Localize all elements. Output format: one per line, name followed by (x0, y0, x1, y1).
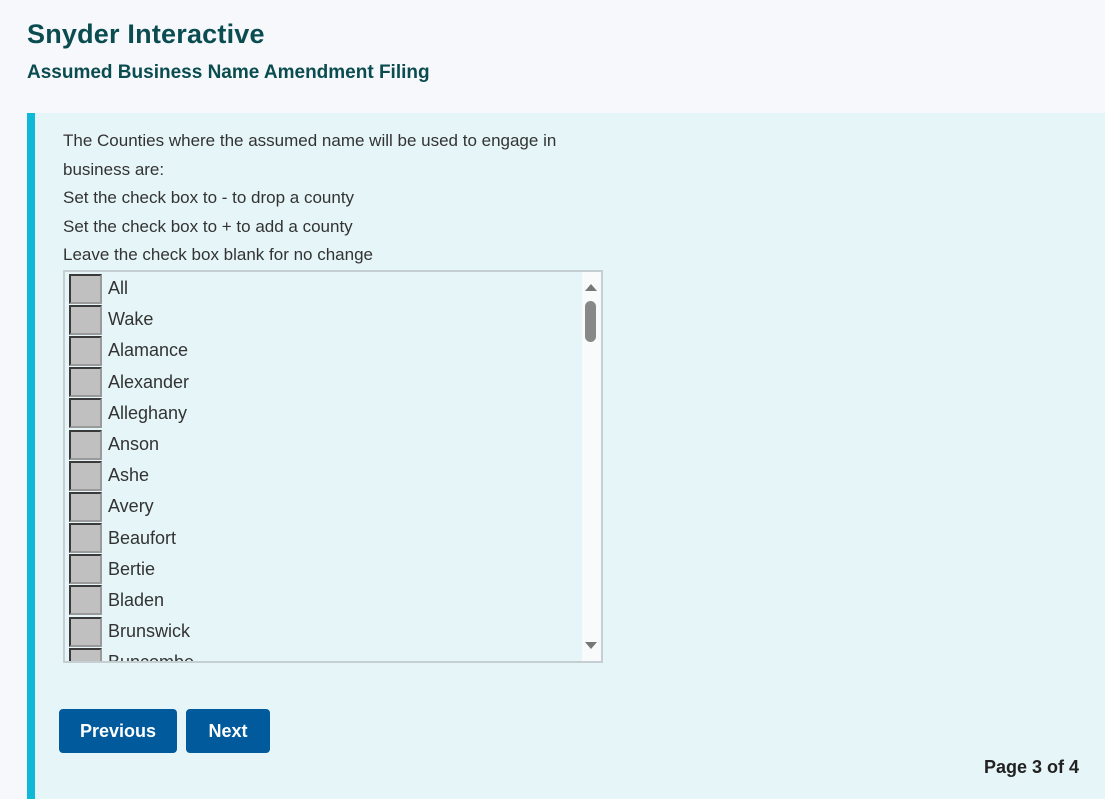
county-label: Alleghany (108, 402, 188, 423)
county-list-item[interactable]: Alexander (69, 367, 581, 398)
county-list-item[interactable]: Alamance (69, 335, 581, 366)
scroll-down-arrow-icon[interactable] (585, 642, 597, 649)
county-checkbox[interactable] (69, 335, 102, 366)
county-list-item[interactable]: Brunswick (69, 616, 581, 647)
county-list-item[interactable]: Ashe (69, 460, 581, 491)
county-label: Buncombe (108, 652, 195, 663)
county-checkbox[interactable] (69, 523, 102, 554)
instruction-line: Set the check box to + to add a county (63, 216, 353, 236)
county-label: Bladen (108, 589, 165, 610)
county-checkbox[interactable] (69, 616, 102, 647)
county-list-item[interactable]: Bladen (69, 585, 581, 616)
county-list-item[interactable]: Wake (69, 304, 581, 335)
county-label: Alexander (108, 371, 190, 392)
county-label: Avery (108, 496, 154, 517)
scrollbar-thumb[interactable] (585, 301, 596, 342)
instruction-line: Set the check box to - to drop a county (63, 188, 355, 207)
county-label: Alamance (108, 340, 189, 361)
form-panel: The Counties where the assumed name will… (27, 113, 1105, 799)
form-title: Assumed Business Name Amendment Filing (27, 62, 430, 83)
scroll-up-arrow-icon[interactable] (585, 284, 597, 291)
county-list-item[interactable]: Buncombe (69, 647, 581, 663)
instructions: The Counties where the assumed name will… (63, 127, 603, 270)
county-label: Beaufort (108, 527, 177, 548)
county-checkbox[interactable] (69, 460, 102, 491)
county-list-item[interactable]: Avery (69, 491, 581, 522)
previous-button[interactable]: Previous (59, 709, 177, 753)
county-checkbox[interactable] (69, 429, 102, 460)
county-label: Ashe (108, 465, 150, 486)
page-indicator: Page 3 of 4 (983, 757, 1079, 777)
county-label: Wake (108, 309, 154, 330)
county-checkbox[interactable] (69, 647, 102, 661)
county-list-item[interactable]: All (69, 273, 581, 304)
scrollbar[interactable] (582, 272, 601, 661)
next-button[interactable]: Next (186, 709, 270, 753)
county-label: Brunswick (108, 621, 191, 642)
county-checkbox[interactable] (69, 367, 102, 398)
county-label: All (108, 278, 129, 299)
county-checkbox[interactable] (69, 273, 102, 304)
county-list-items: All Wake Alamance Alexander Alleghany Anson As… (69, 273, 581, 663)
county-checkbox[interactable] (69, 304, 102, 335)
instruction-line: The Counties where the assumed name will… (63, 131, 557, 179)
header: Snyder Interactive Assumed Business Name… (27, 16, 430, 86)
county-label: Bertie (108, 558, 156, 579)
county-list-item[interactable]: Anson (69, 429, 581, 460)
county-checkbox[interactable] (69, 585, 102, 616)
county-label: Anson (108, 434, 160, 455)
county-checkbox[interactable] (69, 398, 102, 429)
app-title: Snyder Interactive (27, 19, 265, 49)
county-list[interactable]: All Wake Alamance Alexander Alleghany Anson As… (63, 270, 603, 663)
county-checkbox[interactable] (69, 554, 102, 585)
county-list-item[interactable]: Beaufort (69, 523, 581, 554)
county-list-item[interactable]: Bertie (69, 554, 581, 585)
instruction-line: Leave the check box blank for no change (63, 245, 373, 264)
county-checkbox[interactable] (69, 491, 102, 522)
county-list-item[interactable]: Alleghany (69, 398, 581, 429)
